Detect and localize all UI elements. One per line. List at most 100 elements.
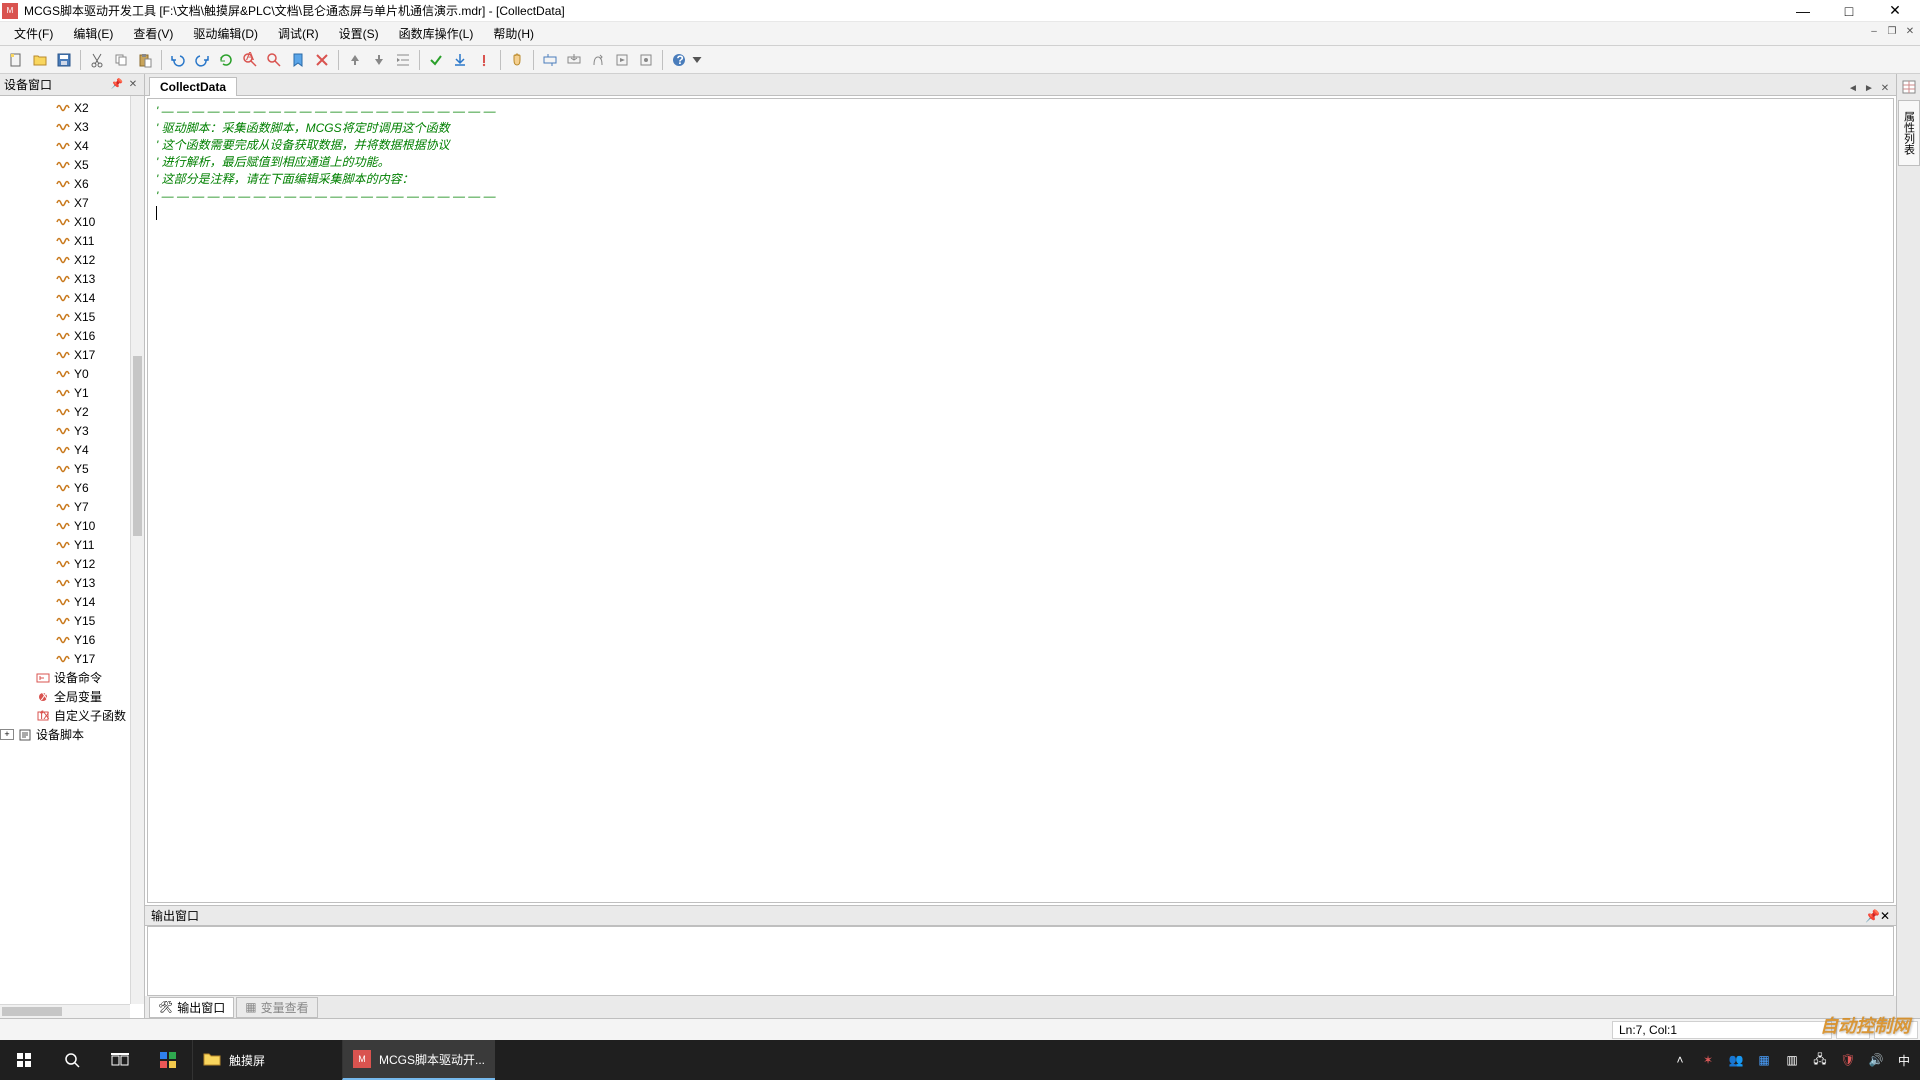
tree-node[interactable]: Y5 <box>0 459 130 478</box>
tray-app2-icon[interactable]: ▥ <box>1784 1052 1800 1068</box>
tree-node[interactable]: X10 <box>0 212 130 231</box>
menu-file[interactable]: 文件(F) <box>4 22 63 45</box>
right-panel-tab-properties[interactable]: 属性列表 <box>1898 100 1920 166</box>
tray-app1-icon[interactable]: ▦ <box>1756 1052 1772 1068</box>
tray-network-icon[interactable]: 🖧 <box>1812 1052 1828 1068</box>
tree-node[interactable]: X4 <box>0 136 130 155</box>
tray-volume-icon[interactable]: 🔊 <box>1868 1052 1884 1068</box>
tab-next-button[interactable]: ► <box>1862 81 1876 95</box>
menu-edit[interactable]: 编辑(E) <box>63 22 123 45</box>
breakpoint-button[interactable] <box>634 48 658 72</box>
copy-button[interactable] <box>109 48 133 72</box>
menu-debug[interactable]: 调试(R) <box>268 22 329 45</box>
tree-node[interactable]: X3 <box>0 117 130 136</box>
taskbar-app-explorer[interactable]: 触摸屏 <box>192 1040 342 1080</box>
indent-button[interactable] <box>391 48 415 72</box>
bookmark-button[interactable] <box>286 48 310 72</box>
window-close-button[interactable]: ✕ <box>1872 0 1918 22</box>
cut-button[interactable] <box>85 48 109 72</box>
tree-node[interactable]: X17 <box>0 345 130 364</box>
tree-node[interactable]: Y4 <box>0 440 130 459</box>
code-editor[interactable]: ' — — — — — — — — — — — — — — — — — — — … <box>147 98 1894 903</box>
build-button[interactable] <box>448 48 472 72</box>
tree-node[interactable]: Y14 <box>0 592 130 611</box>
tree-node[interactable]: Y11 <box>0 535 130 554</box>
output-tab-variables[interactable]: ▦ 变量查看 <box>236 997 317 1018</box>
taskbar-app-mcgs[interactable]: M MCGS脚本驱动开... <box>342 1040 495 1080</box>
task-view-button[interactable] <box>96 1040 144 1080</box>
tray-chevron-up-icon[interactable]: ˄ <box>1672 1052 1688 1068</box>
tree-node[interactable]: X11 <box>0 231 130 250</box>
panel-close-button[interactable]: ✕ <box>126 78 140 92</box>
tree-node[interactable]: Y0 <box>0 364 130 383</box>
tree-node[interactable]: Y12 <box>0 554 130 573</box>
syntax-check-button[interactable] <box>424 48 448 72</box>
new-file-button[interactable] <box>4 48 28 72</box>
menu-driver-edit[interactable]: 驱动编辑(D) <box>183 22 268 45</box>
start-button[interactable] <box>0 1040 48 1080</box>
tree-node[interactable]: X16 <box>0 326 130 345</box>
tree-node[interactable]: Y1 <box>0 383 130 402</box>
tree-node[interactable]: Y15 <box>0 611 130 630</box>
move-down-button[interactable] <box>367 48 391 72</box>
tree-node[interactable]: X12 <box>0 250 130 269</box>
run-to-cursor-button[interactable] <box>610 48 634 72</box>
tray-security-icon[interactable]: ✶ <box>1700 1052 1716 1068</box>
tree-node[interactable]: 设备命令 <box>0 668 130 687</box>
tree-node[interactable]: X6 <box>0 174 130 193</box>
search-button[interactable] <box>48 1040 96 1080</box>
tree-node[interactable]: Y6 <box>0 478 130 497</box>
tree-node[interactable]: X15 <box>0 307 130 326</box>
tree-node[interactable]: Y2 <box>0 402 130 421</box>
tree-node[interactable]: X13 <box>0 269 130 288</box>
panel-pin-button[interactable]: 📌 <box>110 78 124 92</box>
redo-button[interactable] <box>190 48 214 72</box>
find-button[interactable] <box>262 48 286 72</box>
output-body[interactable] <box>147 926 1894 996</box>
properties-icon[interactable] <box>1900 78 1918 96</box>
move-up-button[interactable] <box>343 48 367 72</box>
window-minimize-button[interactable]: — <box>1780 0 1826 22</box>
step-into-button[interactable] <box>562 48 586 72</box>
tree-node[interactable]: +设备脚本 <box>0 725 130 744</box>
tab-prev-button[interactable]: ◄ <box>1846 81 1860 95</box>
device-tree[interactable]: X2X3X4X5X6X7X10X11X12X13X14X15X16X17Y0Y1… <box>0 96 130 1004</box>
step-over-button[interactable] <box>538 48 562 72</box>
help-dropdown-button[interactable] <box>691 48 703 72</box>
output-tab-output[interactable]: 🛠 输出窗口 <box>149 997 234 1018</box>
tree-node[interactable]: X2 <box>0 98 130 117</box>
save-button[interactable] <box>52 48 76 72</box>
mdi-minimize-button[interactable]: – <box>1866 24 1882 38</box>
output-close-button[interactable]: ✕ <box>1880 909 1890 923</box>
refresh-button[interactable] <box>214 48 238 72</box>
mdi-close-button[interactable]: ✕ <box>1902 24 1918 38</box>
step-out-button[interactable] <box>586 48 610 72</box>
tray-people-icon[interactable]: 👥 <box>1728 1052 1744 1068</box>
menu-help[interactable]: 帮助(H) <box>483 22 544 45</box>
menu-library[interactable]: 函数库操作(L) <box>389 22 484 45</box>
open-file-button[interactable] <box>28 48 52 72</box>
paste-button[interactable] <box>133 48 157 72</box>
mdi-restore-button[interactable]: ❐ <box>1884 24 1900 38</box>
tree-horizontal-scrollbar[interactable] <box>0 1004 130 1018</box>
menu-view[interactable]: 查看(V) <box>123 22 183 45</box>
tree-node[interactable]: X5 <box>0 155 130 174</box>
tree-node[interactable]: Y17 <box>0 649 130 668</box>
window-maximize-button[interactable]: □ <box>1826 0 1872 22</box>
output-pin-button[interactable]: 📌 <box>1865 909 1880 923</box>
find-text-button[interactable]: A <box>238 48 262 72</box>
undo-button[interactable] <box>166 48 190 72</box>
tree-node[interactable]: Y7 <box>0 497 130 516</box>
tree-node[interactable]: Y3 <box>0 421 130 440</box>
taskbar-widget-button[interactable] <box>144 1040 192 1080</box>
stop-button[interactable] <box>472 48 496 72</box>
help-button[interactable]: ? <box>667 48 691 72</box>
tree-node[interactable]: Y13 <box>0 573 130 592</box>
tree-node[interactable]: X全局变量 <box>0 687 130 706</box>
tray-shield-icon[interactable]: 🛡 <box>1840 1052 1856 1068</box>
tab-close-button[interactable]: ✕ <box>1878 81 1892 95</box>
tree-node[interactable]: X14 <box>0 288 130 307</box>
delete-button[interactable] <box>310 48 334 72</box>
tree-node[interactable]: fx自定义子函数 <box>0 706 130 725</box>
tree-node[interactable]: Y16 <box>0 630 130 649</box>
